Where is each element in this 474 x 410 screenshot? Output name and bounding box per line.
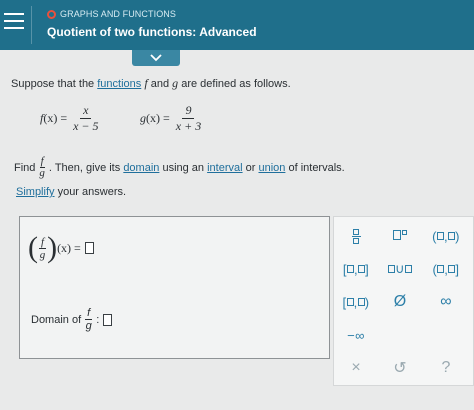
help-button[interactable]: ?: [424, 357, 468, 379]
right-paren: ): [47, 231, 58, 264]
using-text: using an: [162, 161, 205, 174]
topic-status-icon: [47, 9, 56, 19]
g-fraction: 9 x + 3: [173, 104, 204, 133]
answer-box: ( f g ) (x) = Domain of f g :: [19, 216, 330, 359]
exponent-icon: [393, 229, 407, 243]
cc-box-b: [358, 265, 366, 273]
fraction-icon: [351, 228, 361, 244]
math-keypad: (,) [,] ∪ (,] [,) Ø ∞ −∞ × ↺ ?: [333, 216, 474, 386]
co-right: ): [364, 294, 370, 310]
quotient-denominator: g: [39, 167, 45, 179]
answer-quotient-denominator: g: [39, 248, 46, 261]
left-paren: (: [28, 231, 38, 264]
answer-quotient-numerator: f: [39, 235, 47, 249]
help-icon: ?: [441, 359, 451, 376]
cc-right: ]: [365, 261, 370, 277]
undo-button[interactable]: ↺: [378, 357, 422, 379]
simplify-rest: your answers.: [54, 186, 127, 198]
co-box-b: [357, 298, 365, 306]
g-numerator: 9: [182, 104, 195, 119]
menu-icon[interactable]: [4, 10, 26, 32]
domain-label: Domain of: [31, 313, 82, 326]
intro-end: are defined as follows.: [178, 78, 291, 90]
intro-text: Suppose that the: [11, 78, 98, 90]
fraction-button[interactable]: [334, 225, 378, 247]
domain-link[interactable]: domain: [123, 162, 159, 174]
infinity-button[interactable]: ∞: [424, 291, 468, 313]
oo-box-b: [448, 232, 456, 240]
empty-set-button[interactable]: Ø: [378, 291, 422, 313]
infinity-icon: ∞: [440, 293, 452, 310]
negative-infinity-button[interactable]: −∞: [334, 324, 378, 346]
clear-button[interactable]: ×: [334, 357, 378, 379]
union-symbol: ∪: [394, 261, 405, 276]
oc-box-a: [437, 265, 445, 273]
domain-quotient-numerator: f: [85, 307, 93, 320]
of-text: of intervals.: [288, 161, 345, 174]
exponent-button[interactable]: [378, 225, 422, 247]
domain-quotient-denominator: g: [85, 320, 92, 332]
union-button[interactable]: ∪: [378, 258, 422, 280]
g-denominator: x + 3: [175, 119, 202, 133]
f-numerator: x: [80, 104, 92, 119]
answer-arg: (x) =: [57, 240, 81, 255]
domain-colon: :: [96, 313, 100, 326]
empty-set-icon: Ø: [393, 293, 407, 310]
quotient-input[interactable]: [84, 242, 94, 254]
intro-and: and: [147, 78, 173, 90]
clear-icon: ×: [351, 359, 361, 376]
negative-infinity-icon: −∞: [347, 327, 365, 343]
union-box-a: [387, 265, 395, 273]
header-bar: GRAPHS AND FUNCTIONS Quotient of two fun…: [0, 0, 474, 50]
problem-intro: Suppose that the functions f and g are d…: [11, 76, 291, 91]
closed-open-interval-button[interactable]: [,): [334, 291, 378, 313]
oc-right: ]: [455, 261, 460, 277]
quotient-fraction: f g: [39, 156, 45, 179]
quotient-answer-row: ( f g ) (x) =: [28, 233, 94, 263]
answer-quotient-fraction: f g: [39, 235, 47, 261]
co-box-a: [346, 298, 354, 306]
instruction-line: Find f g . Then, give its domain using a…: [14, 156, 345, 179]
functions-link[interactable]: functions: [97, 78, 141, 90]
f-fraction: x x − 5: [70, 104, 101, 133]
simplify-line: Simplify your answers.: [16, 186, 126, 198]
header-divider: [31, 6, 32, 44]
oo-box-a: [436, 232, 444, 240]
open-open-interval-button[interactable]: (,): [424, 225, 468, 247]
oo-right: ): [455, 228, 460, 244]
cc-box-a: [346, 265, 354, 273]
domain-input[interactable]: [103, 313, 113, 326]
f-arg: (x) =: [43, 111, 68, 125]
open-closed-interval-button[interactable]: (,]: [424, 258, 468, 280]
topic-row: GRAPHS AND FUNCTIONS: [47, 9, 176, 19]
undo-icon: ↺: [393, 360, 407, 377]
closed-closed-interval-button[interactable]: [,]: [334, 258, 378, 280]
domain-quotient-fraction: f g: [85, 307, 93, 332]
domain-answer-row: Domain of f g :: [31, 307, 113, 332]
collapse-button[interactable]: [132, 50, 180, 66]
then-text: . Then, give its: [48, 161, 121, 174]
f-definition: f (x) = x x − 5: [40, 104, 105, 133]
page-title: Quotient of two functions: Advanced: [47, 25, 257, 39]
g-definition: g (x) = 9 x + 3: [140, 104, 207, 133]
union-box-b: [405, 265, 412, 273]
simplify-link[interactable]: Simplify: [16, 186, 55, 198]
or-text: or: [245, 161, 256, 174]
union-link[interactable]: union: [258, 162, 285, 174]
interval-link[interactable]: interval: [207, 162, 242, 174]
chevron-down-icon: [150, 54, 162, 62]
oc-box-b: [448, 265, 456, 273]
g-arg: (x) =: [146, 111, 170, 125]
f-denominator: x − 5: [73, 119, 99, 133]
find-label: Find: [14, 161, 36, 174]
topic-label: GRAPHS AND FUNCTIONS: [60, 9, 177, 19]
